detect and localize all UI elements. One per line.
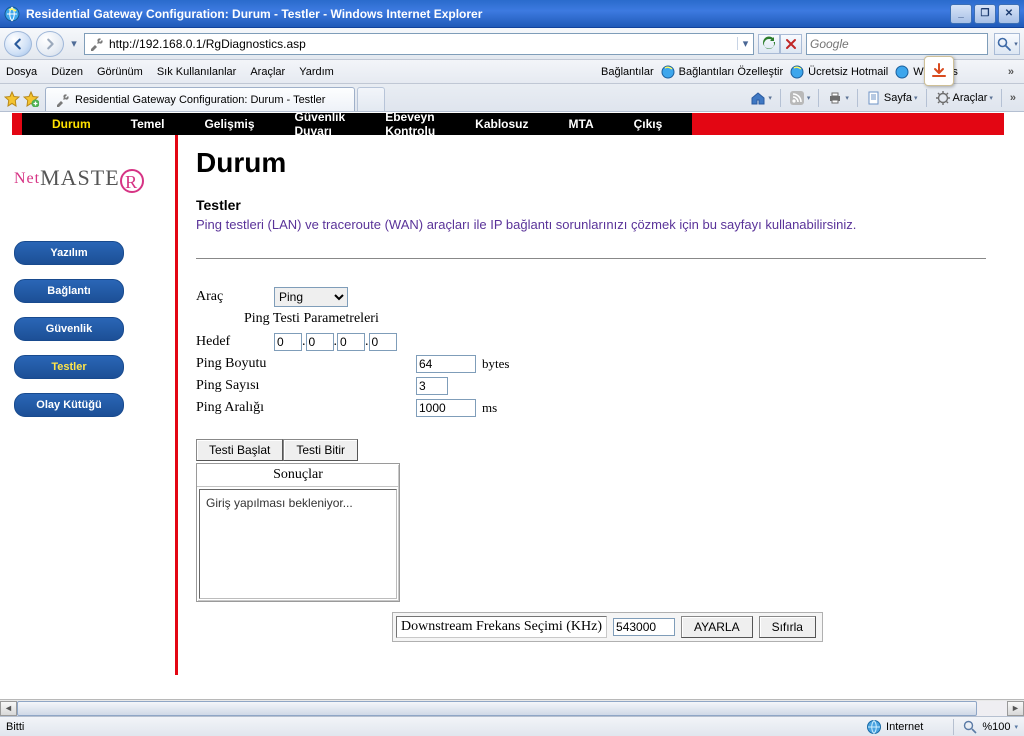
frequency-row: Downstream Frekans Seçimi (KHz) AYARLA S… [392,612,823,642]
ping-interval-input[interactable] [416,399,476,417]
start-test-button[interactable]: Testi Başlat [196,439,283,461]
page-description: Ping testleri (LAN) ve traceroute (WAN) … [196,217,986,232]
links-label: Bağlantılar [601,66,654,78]
nav-toolbar: ▾ ▾ ▾ [0,28,1024,60]
forward-button[interactable] [36,31,64,57]
menu-view[interactable]: Görünüm [97,66,143,78]
address-dropdown[interactable]: ▾ [737,37,753,50]
apply-button[interactable]: AYARLA [681,616,753,638]
side-baglanti[interactable]: Bağlantı [14,279,124,303]
status-bar: Bitti Internet %100 ▾ [0,716,1024,736]
page-menu[interactable]: Sayfa▾ [862,88,922,108]
tab-label: Residential Gateway Configuration: Durum… [75,94,325,106]
scroll-thumb[interactable] [17,701,977,716]
target-label: Hedef [196,334,274,350]
menu-help[interactable]: Yardım [299,66,334,78]
address-bar[interactable]: ▾ [84,33,754,55]
results-body: Giriş yapılması bekleniyor... [199,489,397,599]
nav-history-dropdown[interactable]: ▾ [68,37,80,50]
menu-tools[interactable]: Araçlar [250,66,285,78]
brand-logo: NetMASTER [14,165,175,191]
maximize-button[interactable]: ❐ [974,4,996,24]
router-sidebar: NetMASTER Yazılım Bağlantı Güvenlik Test… [0,135,178,675]
address-input[interactable] [107,37,737,51]
freq-input[interactable] [613,618,675,636]
ip-octet-4[interactable] [369,333,397,351]
tab-command-bar: Residential Gateway Configuration: Durum… [0,84,1024,112]
window-titlebar: Residential Gateway Configuration: Durum… [0,0,1024,28]
window-title: Residential Gateway Configuration: Durum… [26,7,950,21]
count-label: Ping Sayısı [196,378,416,394]
nav-durum[interactable]: Durum [32,117,111,131]
page-viewport: Durum Temel Gelişmiş Güvenlik Duvarı Ebe… [0,112,1024,716]
scroll-right-arrow[interactable]: ► [1007,701,1024,716]
tool-label: Araç [196,289,274,305]
interval-unit: ms [482,400,497,416]
horizontal-scrollbar[interactable]: ◄ ► [0,699,1024,716]
stop-button[interactable] [780,34,802,54]
minimize-button[interactable]: _ [950,4,972,24]
zoom-control[interactable]: %100 ▾ [953,719,1018,735]
browser-tab-active[interactable]: Residential Gateway Configuration: Durum… [45,87,355,111]
ip-octet-3[interactable] [337,333,365,351]
search-input[interactable] [807,37,987,51]
search-box[interactable] [806,33,988,55]
tool-select[interactable]: Ping [274,287,348,307]
nav-temel[interactable]: Temel [111,117,185,131]
side-testler[interactable]: Testler [14,355,124,379]
nav-mta[interactable]: MTA [549,117,614,131]
menu-bar: Dosya Düzen Görünüm Sık Kullanılanlar Ar… [0,60,1024,84]
cmdbar-overflow[interactable]: » [1006,90,1020,106]
nav-kablosuz[interactable]: Kablosuz [455,117,548,131]
ping-count-input[interactable] [416,377,448,395]
site-tools-icon [88,36,104,52]
results-box: Sonuçlar Giriş yapılması bekleniyor... [196,463,400,602]
reset-button[interactable]: Sıfırla [759,616,816,638]
search-menu-caret[interactable]: ▾ [1014,40,1018,48]
scroll-left-arrow[interactable]: ◄ [0,701,17,716]
feeds-button[interactable]: ▾ [785,88,815,108]
ip-octet-2[interactable] [306,333,334,351]
back-button[interactable] [4,31,32,57]
home-button[interactable]: ▾ [746,88,776,108]
section-title: Ping Testi Parametreleri [244,311,986,327]
side-olay[interactable]: Olay Kütüğü [14,393,124,417]
size-unit: bytes [482,356,509,372]
interval-label: Ping Aralığı [196,400,416,416]
tools-menu[interactable]: Araçlar▾ [931,88,997,108]
ping-size-input[interactable] [416,355,476,373]
freq-label: Downstream Frekans Seçimi (KHz) [396,616,607,638]
links-overflow[interactable]: » [1004,64,1018,80]
refresh-button[interactable] [758,34,780,54]
nav-cikis[interactable]: Çıkış [614,117,683,131]
link-customize[interactable]: Bağlantıları Özelleştir [660,64,784,80]
tab-site-icon [54,92,70,108]
nav-gelismis[interactable]: Gelişmiş [184,117,274,131]
stop-test-button[interactable]: Testi Bitir [283,439,358,461]
print-button[interactable]: ▾ [823,88,853,108]
link-hotmail[interactable]: Ücretsiz Hotmail [789,64,888,80]
results-header: Sonuçlar [197,464,399,487]
page-title: Durum [196,147,986,179]
security-zone[interactable]: Internet [866,719,923,735]
download-notification-icon[interactable] [924,56,954,86]
router-main: Durum Testler Ping testleri (LAN) ve tra… [178,135,1004,675]
divider [196,258,986,259]
favorites-star-icon[interactable] [4,91,20,107]
size-label: Ping Boyutu [196,356,416,372]
search-button[interactable]: ▾ [994,33,1020,55]
side-guvenlik[interactable]: Güvenlik [14,317,124,341]
ie-icon [4,6,20,22]
ip-octet-1[interactable] [274,333,302,351]
scroll-track[interactable] [17,701,1007,716]
menu-favorites[interactable]: Sık Kullanılanlar [157,66,237,78]
menu-edit[interactable]: Düzen [51,66,83,78]
menu-file[interactable]: Dosya [6,66,37,78]
new-tab-button[interactable] [357,87,385,111]
router-top-nav: Durum Temel Gelişmiş Güvenlik Duvarı Ebe… [0,113,1004,135]
add-favorite-icon[interactable] [23,91,39,107]
side-yazilim[interactable]: Yazılım [14,241,124,265]
page-subtitle: Testler [196,197,986,213]
close-window-button[interactable]: ✕ [998,4,1020,24]
